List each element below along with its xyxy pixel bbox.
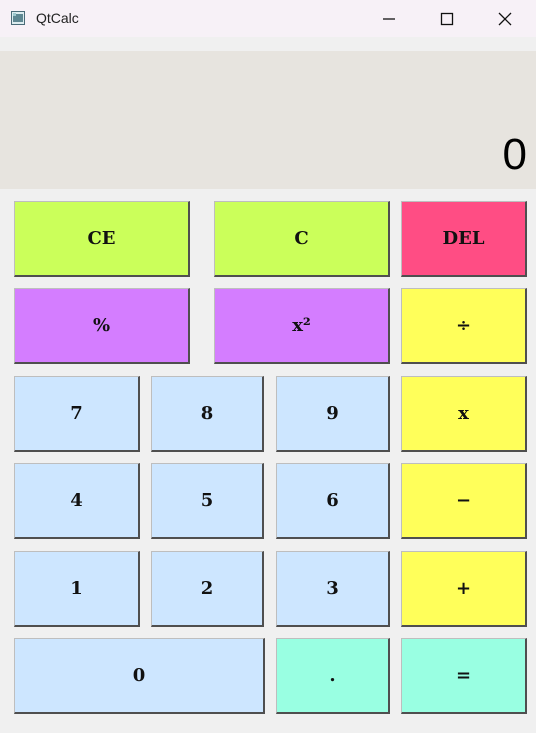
digit-2-button[interactable]: 2 — [151, 551, 264, 627]
equals-button[interactable]: = — [401, 638, 527, 714]
digit-7-button[interactable]: 7 — [14, 376, 140, 452]
multiply-button[interactable]: x — [401, 376, 527, 452]
divide-button[interactable]: ÷ — [401, 288, 527, 364]
digit-1-button[interactable]: 1 — [14, 551, 140, 627]
digit-4-button[interactable]: 4 — [14, 463, 140, 539]
digit-9-button[interactable]: 9 — [276, 376, 390, 452]
window-title: QtCalc — [36, 10, 79, 26]
app-icon — [11, 11, 25, 25]
square-button[interactable]: x² — [214, 288, 390, 364]
close-button[interactable] — [476, 0, 534, 37]
digit-0-button[interactable]: 0 — [14, 638, 265, 714]
clear-button[interactable]: C — [214, 201, 390, 277]
maximize-button[interactable] — [418, 0, 476, 37]
decimal-button[interactable]: . — [276, 638, 390, 714]
add-button[interactable]: + — [401, 551, 527, 627]
percent-button[interactable]: % — [14, 288, 190, 364]
subtract-button[interactable]: − — [401, 463, 527, 539]
digit-5-button[interactable]: 5 — [151, 463, 264, 539]
digit-8-button[interactable]: 8 — [151, 376, 264, 452]
close-icon — [498, 12, 512, 25]
minimize-icon — [383, 17, 395, 20]
delete-button[interactable]: DEL — [401, 201, 527, 277]
display-value: 0 — [502, 130, 527, 179]
digit-6-button[interactable]: 6 — [276, 463, 390, 539]
calculator-display: 0 — [0, 51, 536, 189]
ce-button[interactable]: CE — [14, 201, 190, 277]
calculator-window: QtCalc 0 CE C DEL % x² ÷ 7 8 9 x 4 5 6 −… — [0, 0, 536, 733]
title-bar[interactable]: QtCalc — [0, 0, 536, 37]
maximize-icon — [440, 12, 454, 25]
minimize-button[interactable] — [360, 0, 418, 37]
digit-3-button[interactable]: 3 — [276, 551, 390, 627]
